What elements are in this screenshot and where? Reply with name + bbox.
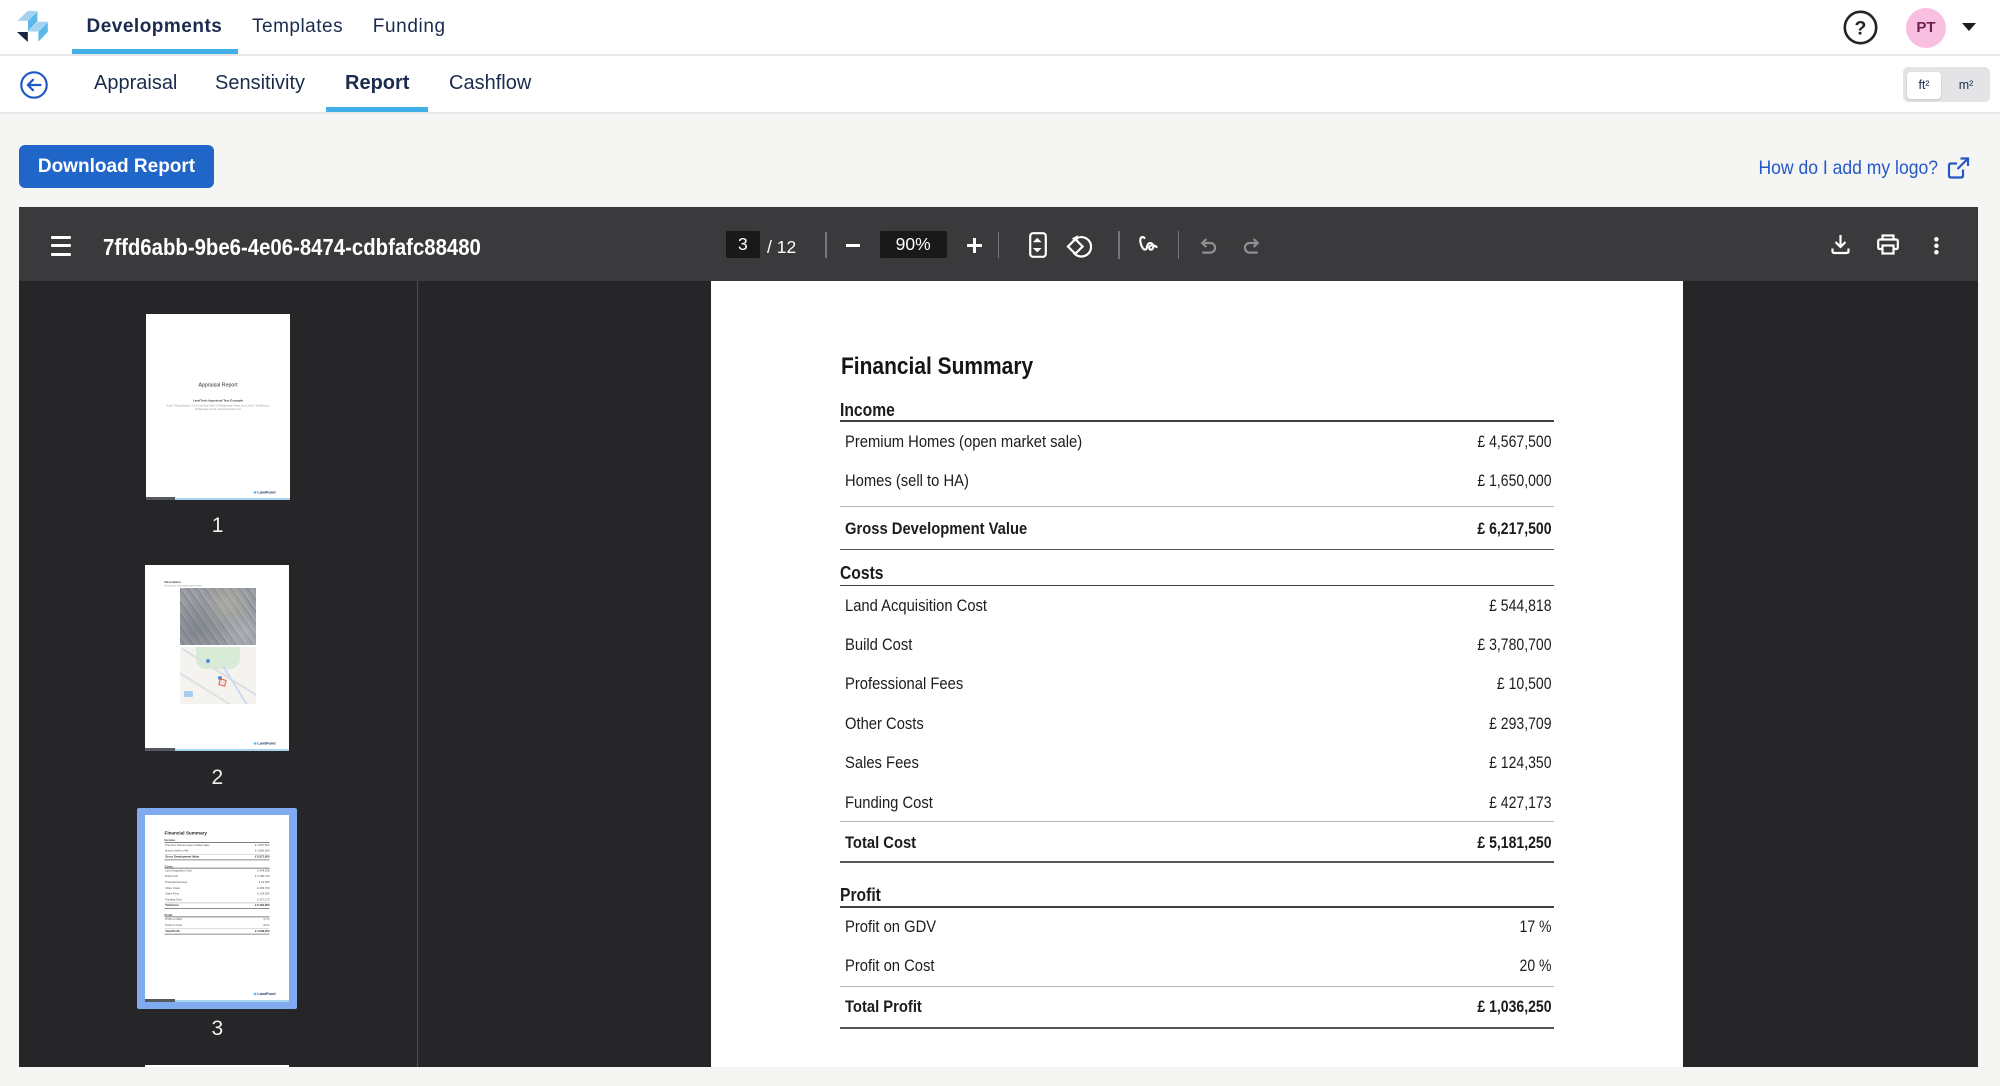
svg-text:?: ? — [1855, 18, 1867, 40]
